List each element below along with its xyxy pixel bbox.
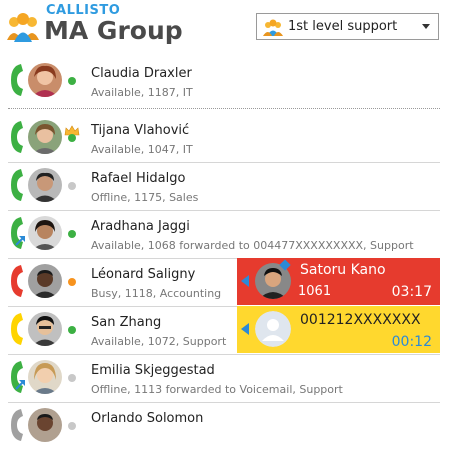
contact-detail: Offline, 1175, Sales	[91, 191, 199, 204]
contact-row[interactable]: Emilia Skjeggestad Offline, 1113 forward…	[8, 354, 440, 401]
group-icon	[263, 19, 283, 36]
group-selector-value: 1st level support	[288, 19, 398, 34]
call-direction-icon	[241, 323, 249, 335]
status-indicator	[68, 422, 76, 430]
call-duration: 00:12	[391, 334, 432, 350]
chevron-down-icon[interactable]	[422, 24, 430, 29]
header: CALLISTO MA Group 1st level support	[0, 0, 452, 52]
status-indicator	[68, 134, 76, 142]
phone-handset-icon[interactable]	[8, 119, 26, 155]
caller-extension: 1061	[298, 284, 332, 299]
active-call-card[interactable]: Satoru Kano 1061 03:17	[237, 258, 440, 305]
phone-handset-icon[interactable]	[8, 263, 26, 299]
group-selector[interactable]: 1st level support	[256, 13, 439, 40]
group-logo-icon	[7, 13, 39, 42]
contact-detail: Available, 1072, Support	[91, 335, 227, 348]
avatar	[28, 120, 62, 154]
contact-name: Aradhana Jaggi	[91, 219, 190, 234]
avatar	[28, 168, 62, 202]
status-indicator	[68, 374, 76, 382]
avatar	[28, 408, 62, 442]
contact-row[interactable]: Aradhana Jaggi Available, 1068 forwarded…	[8, 210, 440, 257]
avatar	[28, 312, 62, 346]
contact-detail: Available, 1068 forwarded to 004477XXXXX…	[91, 239, 414, 252]
contact-name: Claudia Draxler	[91, 66, 192, 81]
call-direction-icon	[241, 275, 249, 287]
avatar	[28, 216, 62, 250]
contact-row[interactable]: Orlando Solomon	[8, 402, 440, 449]
contact-detail: Busy, 1118, Accounting	[91, 287, 222, 300]
divider	[8, 108, 440, 109]
caller-number: 001212XXXXXXX	[300, 312, 421, 328]
phone-handset-icon[interactable]	[8, 311, 26, 347]
contact-name: San Zhang	[91, 315, 162, 330]
contact-row[interactable]: Rafael Hidalgo Offline, 1175, Sales	[8, 162, 440, 209]
contact-detail: Available, 1047, IT	[91, 143, 193, 156]
contact-name: Orlando Solomon	[91, 411, 204, 426]
contact-row[interactable]: Claudia Draxler Available, 1187, IT	[8, 57, 440, 104]
phone-handset-icon[interactable]	[8, 62, 26, 98]
caller-name: Satoru Kano	[300, 262, 386, 278]
page-title: MA Group	[44, 16, 183, 45]
contact-row[interactable]: Tijana Vlahović Available, 1047, IT	[8, 114, 440, 161]
phone-handset-icon[interactable]	[8, 167, 26, 203]
call-forward-icon	[15, 236, 25, 246]
call-forward-icon	[15, 380, 25, 390]
status-indicator	[68, 326, 76, 334]
status-indicator	[68, 182, 76, 190]
call-duration: 03:17	[391, 284, 432, 300]
phone-handset-icon[interactable]	[8, 407, 26, 443]
avatar	[28, 63, 62, 97]
status-indicator	[68, 77, 76, 85]
contact-detail: Offline, 1113 forwarded to Voicemail, Su…	[91, 383, 343, 396]
contact-name: Emilia Skjeggestad	[91, 363, 215, 378]
incoming-call-card[interactable]: 001212XXXXXXX 00:12	[237, 306, 440, 353]
contact-name: Rafael Hidalgo	[91, 171, 186, 186]
unknown-caller-avatar	[255, 311, 291, 347]
contact-name: Tijana Vlahović	[91, 123, 190, 138]
status-indicator	[68, 278, 76, 286]
contact-name: Léonard Saligny	[91, 267, 196, 282]
status-indicator	[68, 230, 76, 238]
contact-detail: Available, 1187, IT	[91, 86, 193, 99]
avatar	[28, 264, 62, 298]
avatar	[28, 360, 62, 394]
